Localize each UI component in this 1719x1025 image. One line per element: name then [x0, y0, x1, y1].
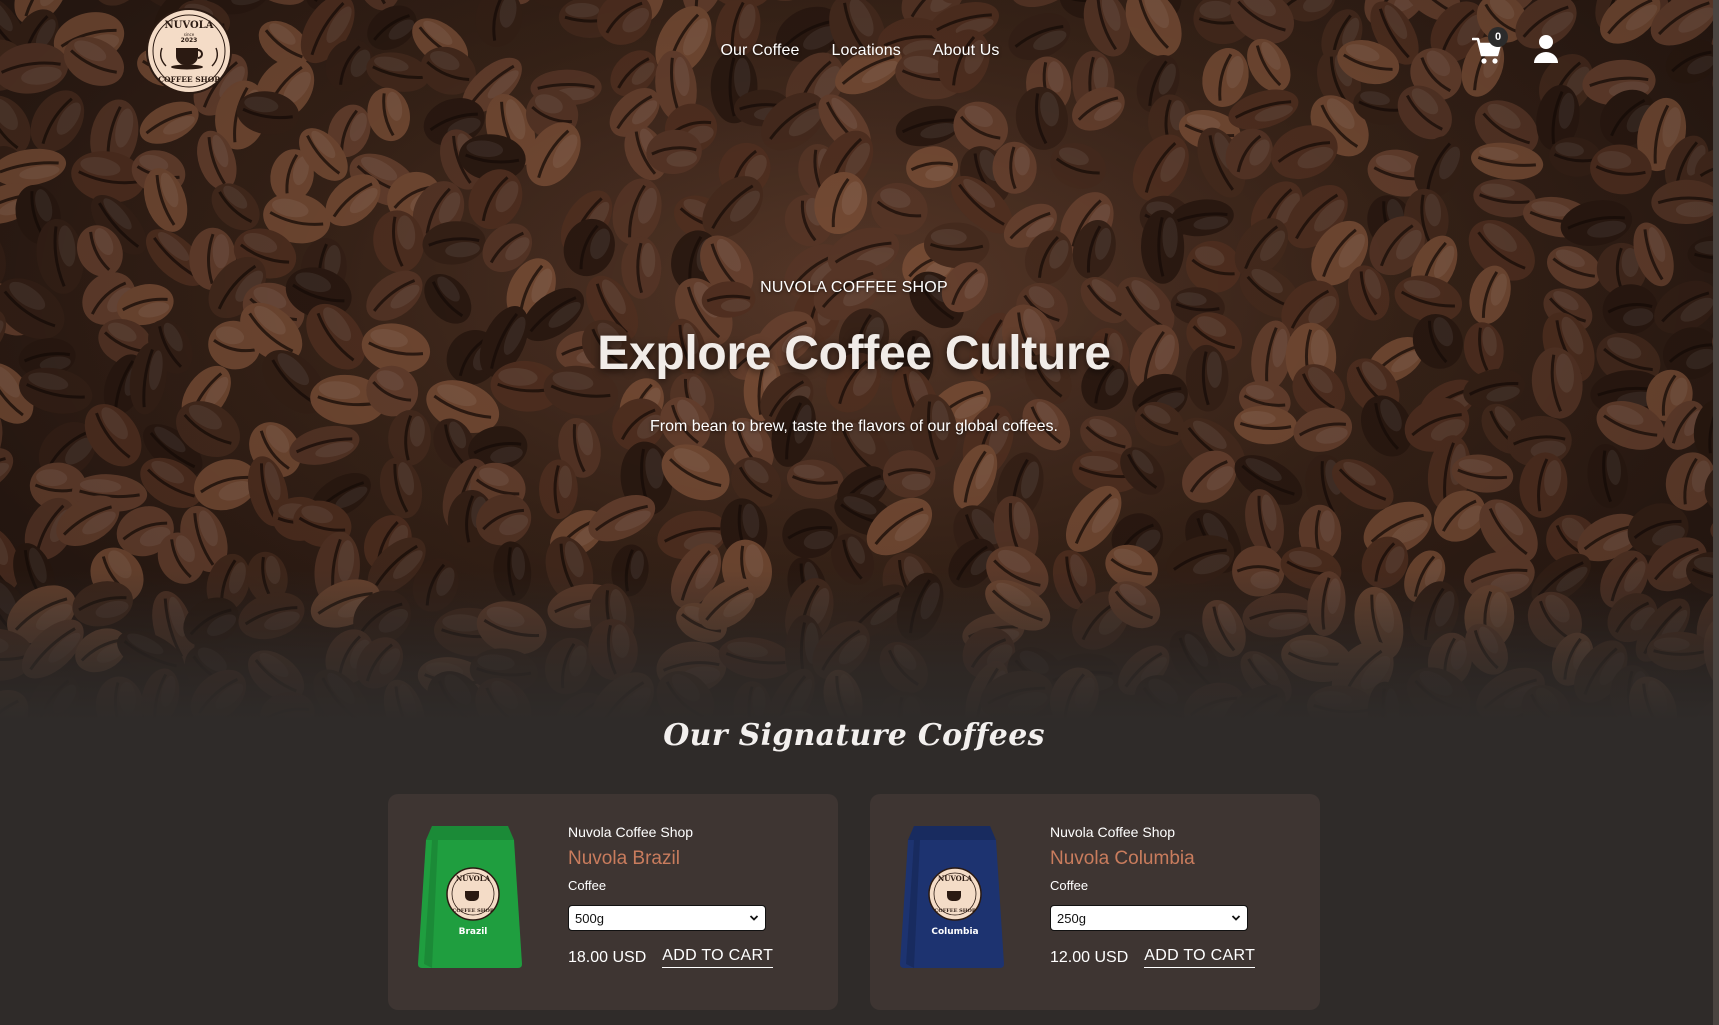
product-image[interactable]: NUVOLA COFFEE SHOP Brazil — [418, 822, 522, 972]
add-to-cart-button[interactable]: ADD TO CART — [662, 947, 774, 968]
product-brand: Nuvola Coffee Shop — [1050, 824, 1176, 840]
size-select[interactable]: 500g — [568, 905, 766, 931]
bag-logo-top: NUVOLA — [938, 874, 973, 883]
cart-count-badge: 0 — [1488, 27, 1508, 47]
logo-bottom-text: COFFEE SHOP — [158, 75, 220, 84]
nav-our-coffee[interactable]: Our Coffee — [721, 42, 800, 60]
product-type: Coffee — [568, 878, 607, 893]
product-card: NUVOLA COFFEE SHOP Columbia Nuvola Coffe… — [870, 794, 1320, 1010]
product-type: Coffee — [1050, 878, 1089, 893]
user-icon — [1534, 35, 1558, 63]
product-name[interactable]: Nuvola Brazil — [568, 848, 788, 870]
account-button[interactable] — [1533, 34, 1559, 64]
hero-headline: Explore Coffee Culture — [597, 327, 1111, 380]
hero-eyebrow: NUVOLA COFFEE SHOP — [760, 279, 948, 296]
bag-label: Columbia — [931, 927, 978, 937]
product-price: 12.00 USD — [1050, 948, 1129, 966]
size-select-value: 250g — [1057, 910, 1086, 926]
product-brand: Nuvola Coffee Shop — [568, 824, 694, 840]
product-image[interactable]: NUVOLA COFFEE SHOP Columbia — [900, 822, 1004, 972]
bag-logo-bottom: COFFEE SHOP — [934, 908, 975, 914]
page: NUVOLA since 2023 COFFEE SHOP Our Coffee… — [0, 0, 1719, 1025]
scrollbar-thumb[interactable] — [1713, 0, 1719, 1025]
size-select[interactable]: 250g — [1050, 905, 1248, 931]
product-price: 18.00 USD — [568, 948, 647, 966]
product-list: NUVOLA COFFEE SHOP Brazil Nuvola Coffee … — [388, 794, 1320, 1010]
section-title: Our Signature Coffees — [663, 718, 1045, 753]
nav-locations[interactable]: Locations — [831, 42, 900, 60]
coffee-bag-icon: NUVOLA COFFEE SHOP Columbia — [900, 826, 1004, 968]
product-card: NUVOLA COFFEE SHOP Brazil Nuvola Coffee … — [388, 794, 838, 1010]
size-select-value: 500g — [575, 910, 604, 926]
hero-subline: From bean to brew, taste the flavors of … — [650, 418, 1058, 435]
main-nav: Our Coffee Locations About Us — [0, 42, 1719, 60]
add-to-cart-button[interactable]: ADD TO CART — [1144, 947, 1256, 968]
chevron-down-icon — [1231, 915, 1241, 921]
bag-label: Brazil — [459, 927, 488, 937]
chevron-down-icon — [749, 915, 759, 921]
logo-top-text: NUVOLA — [165, 20, 214, 31]
nav-about-us[interactable]: About Us — [933, 42, 1000, 60]
bag-logo-top: NUVOLA — [456, 874, 491, 883]
scrollbar-track[interactable] — [1713, 0, 1719, 1025]
coffee-bag-icon: NUVOLA COFFEE SHOP Brazil — [418, 826, 522, 968]
bag-logo-bottom: COFFEE SHOP — [452, 908, 493, 914]
product-name[interactable]: Nuvola Columbia — [1050, 848, 1270, 870]
